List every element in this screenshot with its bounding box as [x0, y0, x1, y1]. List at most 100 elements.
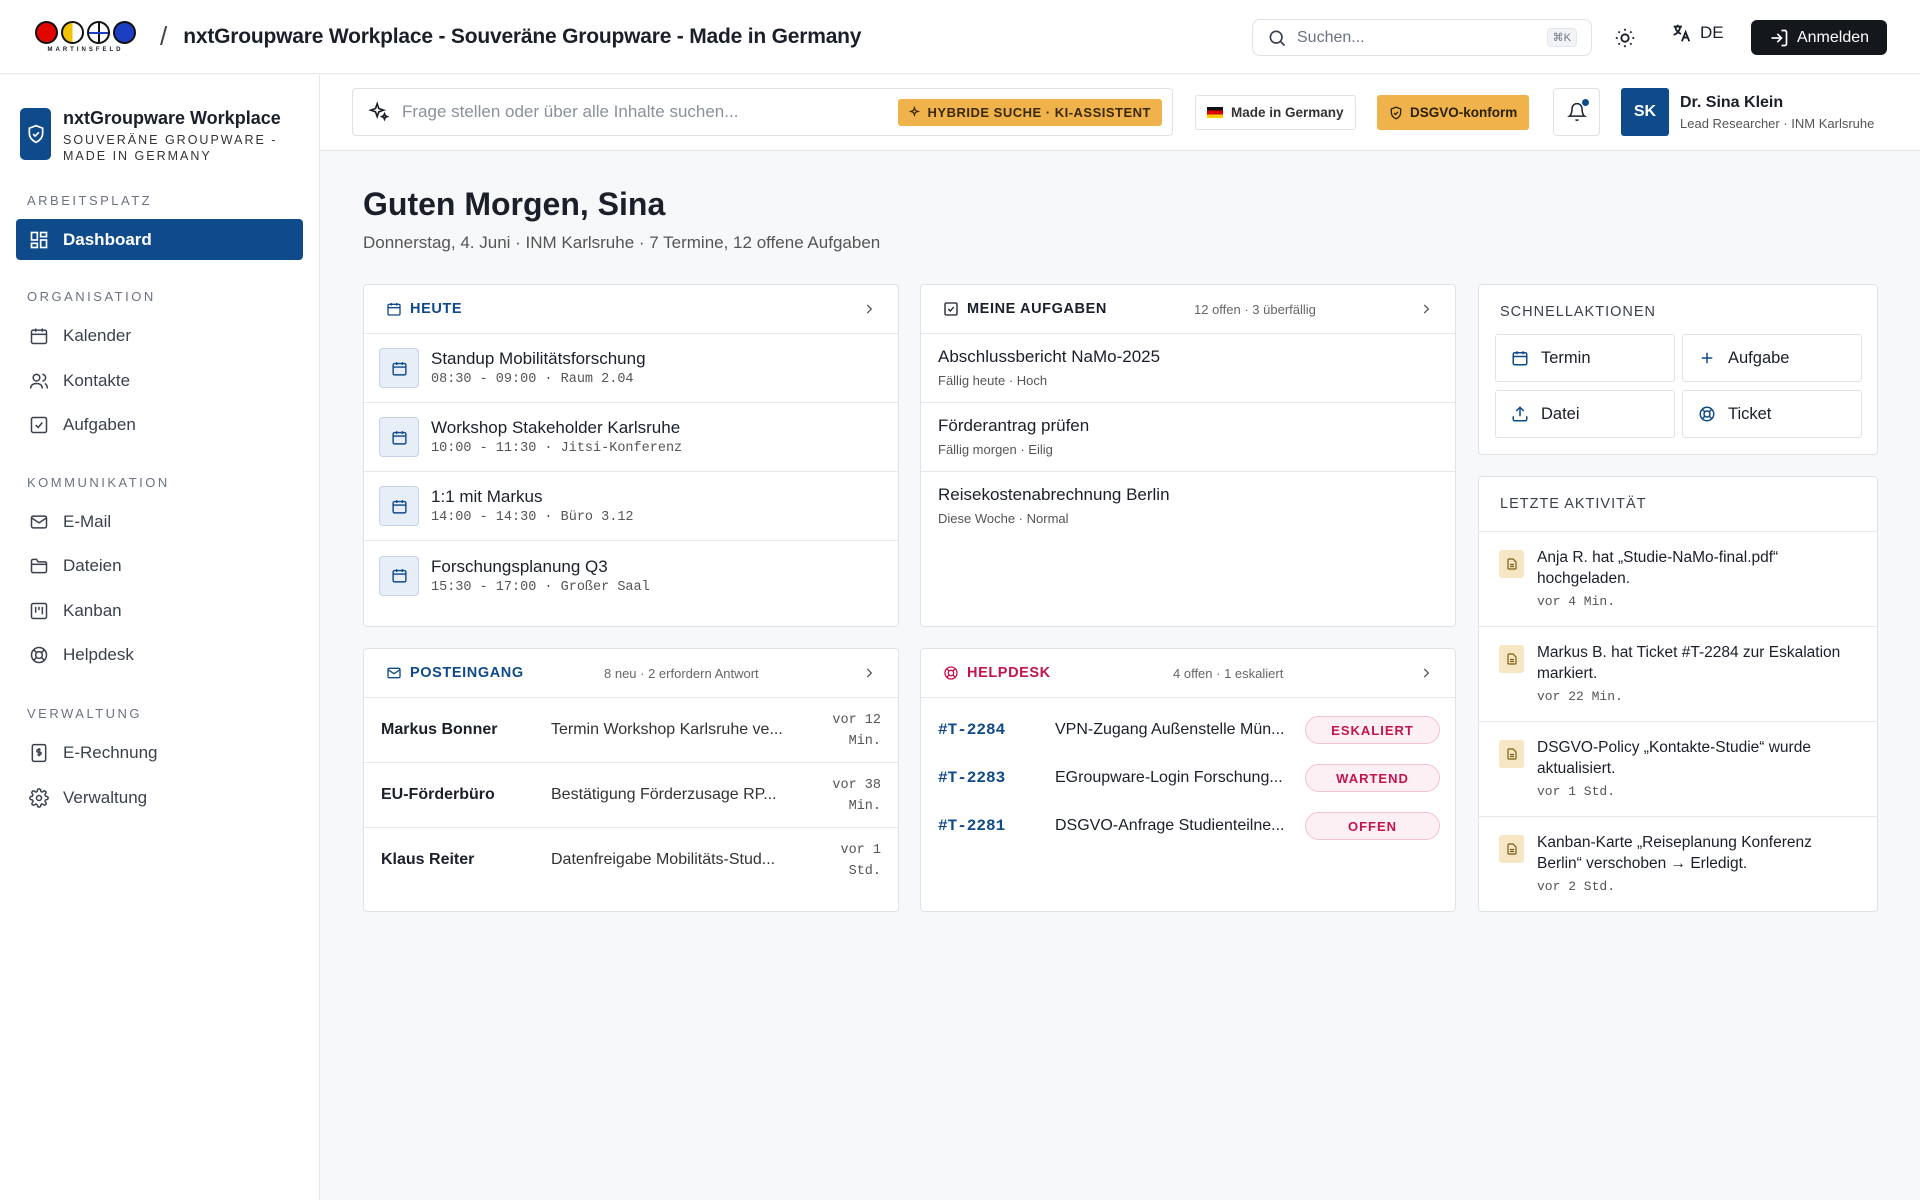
ticket-row[interactable]: #T-2284 VPN-Zugang Außenstelle Mün... ES… [921, 706, 1455, 754]
nav-section-organisation: ORGANISATION [27, 289, 156, 304]
document-icon [1499, 645, 1524, 673]
event-item[interactable]: Standup Mobilitätsforschung 08:30 - 09:00… [364, 334, 898, 403]
task-item[interactable]: Förderantrag prüfen Fällig morgen · Eili… [921, 403, 1455, 472]
user-role: Lead Researcher · INM Karlsruhe [1680, 116, 1875, 131]
event-time: 14:00 - 14:30 · Büro 3.12 [431, 510, 634, 525]
nav-section-arbeitsplatz: ARBEITSPLATZ [27, 193, 153, 208]
kanban-icon [29, 601, 49, 621]
activity-item[interactable]: Anja R. hat „Studie-NaMo-final.pdf“ hoch… [1479, 532, 1877, 627]
event-item[interactable]: Forschungsplanung Q3 15:30 - 17:00 · Groß… [364, 541, 898, 610]
activity-item[interactable]: DSGVO-Policy „Kontakte-Studie“ wurde akt… [1479, 722, 1877, 817]
sidebar-item-label: E-Rechnung [63, 742, 158, 762]
event-title: Forschungsplanung Q3 [431, 556, 608, 576]
login-button[interactable]: Anmelden [1751, 20, 1887, 55]
martinsfeld-logo[interactable]: MARTINSFELD [33, 20, 138, 53]
sidebar-item-label: Dashboard [63, 229, 152, 249]
sidebar-item-kanban[interactable]: Kanban [16, 590, 303, 631]
search-icon [1267, 28, 1287, 48]
mail-item[interactable]: Klaus Reiter Datenfreigabe Mobilitäts-St… [364, 828, 898, 893]
sidebar: nxtGroupware Workplace SOUVERÄNE GROUPWA… [0, 74, 320, 1200]
activity-time: vor 2 Std. [1537, 879, 1616, 894]
activity-text: Kanban-Karte „Reiseplanung Konferenz Ber… [1537, 834, 1812, 872]
new-ticket-label: Ticket [1728, 404, 1772, 423]
sidebar-item-label: Helpdesk [63, 644, 134, 664]
tasks-card-header[interactable]: MEINE AUFGABEN 12 offen · 3 überfällig [921, 285, 1455, 334]
upload-file-button[interactable]: Datei [1495, 390, 1675, 438]
brand[interactable]: nxtGroupware Workplace SOUVERÄNE GROUPWA… [20, 108, 281, 164]
inbox-card-header[interactable]: POSTEINGANG 8 neu · 2 erfordern Antwort [364, 649, 898, 698]
upload-icon [1511, 405, 1529, 423]
avatar[interactable]: SK [1621, 88, 1669, 136]
activity-item[interactable]: Markus B. hat Ticket #T-2284 zur Eskalat… [1479, 627, 1877, 722]
activity-text: DSGVO-Policy „Kontakte-Studie“ wurde akt… [1537, 739, 1811, 777]
chevron-right-icon[interactable] [1419, 666, 1433, 680]
ai-search-box[interactable]: HYBRIDE SUCHE · KI-ASSISTENT [352, 88, 1173, 136]
checkbox-icon [29, 415, 49, 435]
notifications-button[interactable] [1553, 88, 1600, 136]
task-item[interactable]: Abschlussbericht NaMo-2025 Fällig heute … [921, 334, 1455, 403]
ticket-id[interactable]: #T-2281 [938, 817, 1055, 835]
mail-item[interactable]: Markus Bonner Termin Workshop Karlsruhe … [364, 698, 898, 763]
sidebar-item-helpdesk[interactable]: Helpdesk [16, 634, 303, 675]
global-search[interactable]: ⌘K [1252, 19, 1592, 56]
today-card-header[interactable]: HEUTE [364, 285, 898, 334]
event-title: 1:1 mit Markus [431, 487, 543, 506]
event-item[interactable]: 1:1 mit Markus 14:00 - 14:30 · Büro 3.12 [364, 472, 898, 541]
sidebar-item-label: Kalender [63, 325, 132, 345]
plus-icon [1698, 349, 1716, 367]
ticket-row[interactable]: #T-2283 EGroupware-Login Forschung... WA… [921, 754, 1455, 802]
lifebuoy-icon [943, 665, 959, 681]
task-title: Reisekostenabrechnung Berlin [938, 485, 1170, 504]
task-meta: Fällig heute · Hoch [938, 373, 1048, 388]
new-task-button[interactable]: Aufgabe [1682, 334, 1862, 382]
ai-search-input[interactable] [402, 102, 898, 122]
mail-sender: Klaus Reiter [381, 851, 475, 868]
activity-item[interactable]: Kanban-Karte „Reiseplanung Konferenz Ber… [1479, 817, 1877, 911]
sidebar-item-dateien[interactable]: Dateien [16, 545, 303, 586]
chevron-right-icon[interactable] [862, 666, 876, 680]
made-in-germany-badge: Made in Germany [1195, 95, 1356, 130]
sparkle-icon [368, 101, 390, 123]
new-ticket-button[interactable]: Ticket [1682, 390, 1862, 438]
main-header: HYBRIDE SUCHE · KI-ASSISTENT Made in Ger… [320, 74, 1920, 151]
chevron-right-icon[interactable] [1419, 302, 1433, 316]
sidebar-item-label: Verwaltung [63, 787, 148, 807]
calendar-icon [379, 555, 419, 596]
ticket-row[interactable]: #T-2281 DSGVO-Anfrage Studienteilne... O… [921, 802, 1455, 850]
theme-toggle-button[interactable] [1610, 24, 1640, 52]
inbox-card-title: POSTEINGANG [410, 665, 524, 681]
ticket-id[interactable]: #T-2283 [938, 769, 1055, 787]
ticket-id[interactable]: #T-2284 [938, 721, 1055, 739]
gear-icon [29, 787, 49, 808]
task-item[interactable]: Reisekostenabrechnung Berlin Diese Woche… [921, 472, 1455, 541]
language-label: DE [1700, 23, 1724, 42]
task-meta: Fällig morgen · Eilig [938, 442, 1053, 457]
language-switcher[interactable]: DE [1670, 22, 1724, 44]
tasks-card: MEINE AUFGABEN 12 offen · 3 überfällig A… [920, 284, 1456, 627]
sidebar-item-kalender[interactable]: Kalender [16, 315, 303, 356]
sidebar-item-kontakte[interactable]: Kontakte [16, 360, 303, 401]
mail-subject: Datenfreigabe Mobilitäts-Stud... [551, 851, 776, 868]
ticket-title: EGroupware-Login Forschung... [1055, 769, 1283, 786]
document-icon [1499, 835, 1524, 863]
user-name[interactable]: Dr. Sina Klein [1680, 94, 1783, 112]
shield-check-icon [1389, 105, 1403, 120]
sidebar-item-email[interactable]: E-Mail [16, 501, 303, 542]
nav-section-kommunikation: KOMMUNIKATION [27, 475, 170, 490]
chevron-right-icon[interactable] [862, 302, 876, 316]
sidebar-item-dashboard[interactable]: Dashboard [16, 219, 303, 260]
app-title: nxtGroupware Workplace - Souveräne Group… [183, 24, 862, 48]
event-item[interactable]: Workshop Stakeholder Karlsruhe 10:00 - 11… [364, 403, 898, 472]
helpdesk-card-header[interactable]: HELPDESK 4 offen · 1 eskaliert [921, 649, 1455, 698]
sidebar-item-verwaltung[interactable]: Verwaltung [16, 777, 303, 818]
sidebar-item-aufgaben[interactable]: Aufgaben [16, 404, 303, 445]
nav-section-verwaltung: VERWALTUNG [27, 706, 143, 721]
sidebar-item-erechnung[interactable]: E-Rechnung [16, 732, 303, 773]
sidebar-item-label: E-Mail [63, 511, 112, 531]
mail-item[interactable]: EU-Förderbüro Bestätigung Förderzusage R… [364, 763, 898, 828]
new-appointment-button[interactable]: Termin [1495, 334, 1675, 382]
global-search-input[interactable] [1297, 28, 1547, 47]
sidebar-item-label: Dateien [63, 555, 122, 575]
tasks-card-title: MEINE AUFGABEN [967, 301, 1107, 317]
invoice-icon [29, 743, 49, 763]
